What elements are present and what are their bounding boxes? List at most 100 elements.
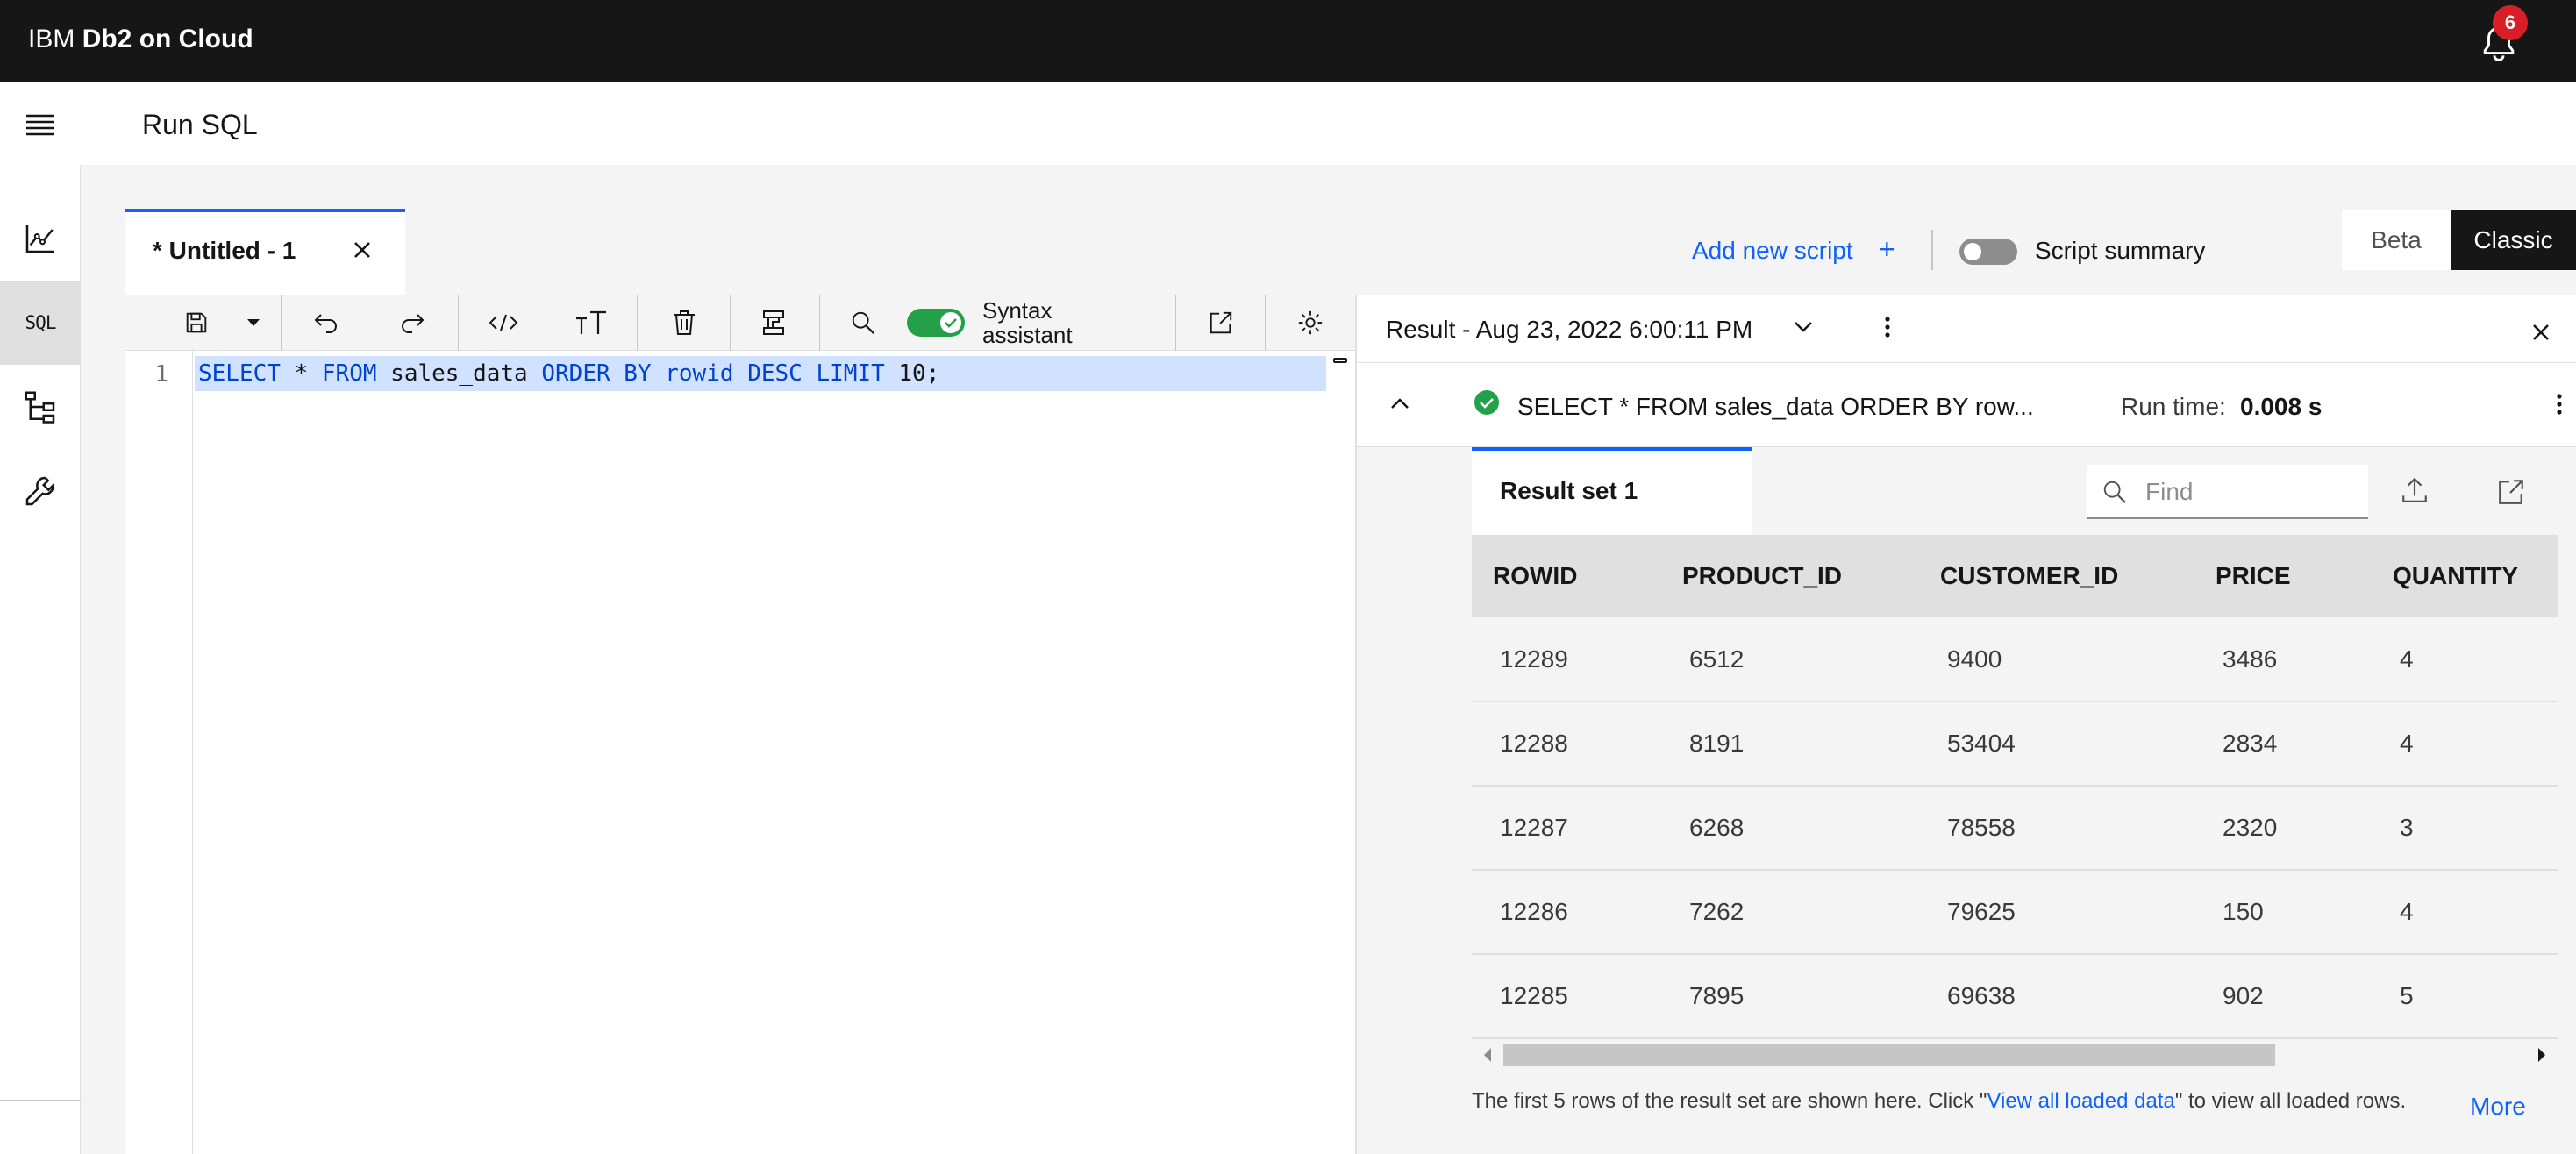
editor-settings-button[interactable] — [1286, 295, 1335, 351]
text-size-icon — [576, 310, 606, 334]
format-code-button[interactable] — [479, 295, 528, 351]
table-cell: 12288 — [1472, 702, 1661, 787]
popout-result-launch-icon[interactable] — [2496, 477, 2526, 507]
add-new-script-button[interactable]: Add new script — [1692, 237, 1853, 265]
table-cell: 79625 — [1919, 870, 2194, 955]
save-options-dropdown[interactable] — [230, 295, 277, 351]
toolbar-separator — [281, 295, 282, 351]
table-row[interactable]: 12288 8191 53404 2834 4 — [1472, 702, 2558, 787]
code-token: 10; — [884, 360, 940, 387]
page-header — [0, 82, 2576, 165]
result-table: ROWID PRODUCT_ID CUSTOMER_ID PRICE QUANT… — [1472, 535, 2558, 1039]
table-cell: 7895 — [1661, 954, 1919, 1039]
undo-button[interactable] — [302, 295, 351, 351]
find-input[interactable] — [2144, 470, 2363, 514]
hamburger-menu-icon[interactable] — [25, 112, 56, 139]
caret-down-icon — [247, 319, 260, 326]
scrollbar-thumb[interactable] — [1503, 1044, 2275, 1066]
rail-item-monitor[interactable] — [0, 196, 81, 281]
close-tab-icon[interactable] — [353, 240, 372, 260]
column-header[interactable]: PRODUCT_ID — [1661, 535, 1919, 617]
toggle-knob — [940, 312, 961, 333]
gear-icon — [1298, 310, 1323, 335]
rail-item-schema[interactable] — [0, 365, 81, 449]
table-cell: 6512 — [1661, 617, 1919, 702]
scroll-left-arrow-icon[interactable] — [1482, 1047, 1493, 1063]
code-token: * — [280, 360, 322, 387]
table-row[interactable]: 12287 6268 78558 2320 3 — [1472, 786, 2558, 871]
table-cell: 902 — [2194, 954, 2372, 1039]
editor-minimap-marker[interactable] — [1333, 358, 1347, 363]
explain-plan-button[interactable] — [749, 295, 798, 351]
result-overflow-menu-icon[interactable] — [1884, 316, 1891, 338]
schema-tree-icon — [25, 391, 55, 424]
rail-item-sql[interactable]: SQL — [0, 281, 81, 365]
line-number: 1 — [154, 361, 168, 388]
line-number-gutter — [125, 351, 193, 1154]
classic-switch-button[interactable]: Classic — [2451, 210, 2576, 270]
clear-editor-button[interactable] — [660, 295, 709, 351]
sql-code-line[interactable]: SELECT * FROM sales_data ORDER BY rowid … — [195, 356, 1326, 391]
script-summary-label: Script summary — [2035, 237, 2206, 264]
sql-icon: SQL — [25, 312, 57, 333]
tab-label: * Untitled - 1 — [153, 237, 296, 264]
table-cell: 2320 — [2194, 786, 2372, 871]
scroll-right-arrow-icon[interactable] — [2537, 1047, 2547, 1063]
close-result-icon[interactable] — [2531, 323, 2551, 342]
export-upload-icon[interactable] — [2400, 475, 2430, 505]
table-cell: 8191 — [1661, 702, 1919, 787]
table-cell: 9400 — [1919, 617, 2194, 702]
table-row[interactable]: 12289 6512 9400 3486 4 — [1472, 617, 2558, 702]
column-header[interactable]: QUANTITY — [2372, 535, 2558, 617]
more-link[interactable]: More — [2470, 1093, 2526, 1121]
table-cell: 69638 — [1919, 954, 2194, 1039]
text-size-button[interactable] — [567, 295, 616, 351]
syntax-assistant-label: Syntax assistant — [982, 297, 1073, 348]
table-header-row: ROWID PRODUCT_ID CUSTOMER_ID PRICE QUANT… — [1472, 535, 2558, 617]
code-token: sales_data — [376, 360, 542, 387]
table-row[interactable]: 12285 7895 69638 902 5 — [1472, 954, 2558, 1039]
toolbar-separator — [819, 295, 820, 351]
beta-switch-button[interactable]: Beta — [2342, 210, 2451, 270]
syntax-assistant-toggle[interactable] — [907, 309, 965, 337]
table-cell: 4 — [2372, 870, 2558, 955]
script-summary-toggle[interactable] — [1959, 239, 2017, 265]
table-cell: 12286 — [1472, 870, 1661, 955]
toolbar-separator — [730, 295, 731, 351]
redo-icon — [402, 314, 425, 333]
result-footnote: The first 5 rows of the result set are s… — [1472, 1089, 2406, 1114]
view-all-loaded-data-link[interactable]: View all loaded data — [1987, 1089, 2174, 1113]
code-token: rowid — [665, 360, 734, 387]
sql-editor-panel — [125, 295, 1356, 1154]
result-history-chevron-down-icon[interactable] — [1793, 319, 1814, 335]
product-brand[interactable]: IBM Db2 on Cloud — [28, 25, 253, 54]
toolbar-separator — [458, 295, 459, 351]
toolbar-separator — [637, 295, 638, 351]
save-button[interactable] — [172, 295, 221, 351]
find-search-icon — [2101, 479, 2128, 505]
table-cell: 4 — [2372, 702, 2558, 787]
table-cell: 6268 — [1661, 786, 1919, 871]
code-icon — [489, 314, 518, 331]
table-cell: 78558 — [1919, 786, 2194, 871]
add-plus-icon[interactable]: + — [1879, 233, 1895, 266]
search-editor-button[interactable] — [838, 295, 888, 351]
rail-item-tools[interactable] — [0, 449, 81, 533]
column-header[interactable]: CUSTOMER_ID — [1919, 535, 2194, 617]
footnote-text: " to view all loaded rows. — [2174, 1089, 2407, 1113]
trash-icon — [674, 310, 695, 335]
brand-prefix: IBM — [28, 25, 75, 53]
table-row[interactable]: 12286 7262 79625 150 4 — [1472, 870, 2558, 955]
result-set-tab-label: Result set 1 — [1500, 477, 1638, 504]
query-overflow-menu-icon[interactable] — [2556, 393, 2563, 416]
popout-editor-button[interactable] — [1196, 295, 1245, 351]
table-cell: 12285 — [1472, 954, 1661, 1039]
redo-button[interactable] — [388, 295, 437, 351]
launch-icon — [1210, 311, 1232, 334]
column-header[interactable]: ROWID — [1472, 535, 1661, 617]
undo-icon — [314, 314, 337, 333]
code-token: ORDER BY — [541, 360, 652, 387]
brand-name: Db2 on Cloud — [82, 25, 253, 53]
column-header[interactable]: PRICE — [2194, 535, 2372, 617]
collapse-chevron-up-icon[interactable] — [1389, 396, 1410, 410]
